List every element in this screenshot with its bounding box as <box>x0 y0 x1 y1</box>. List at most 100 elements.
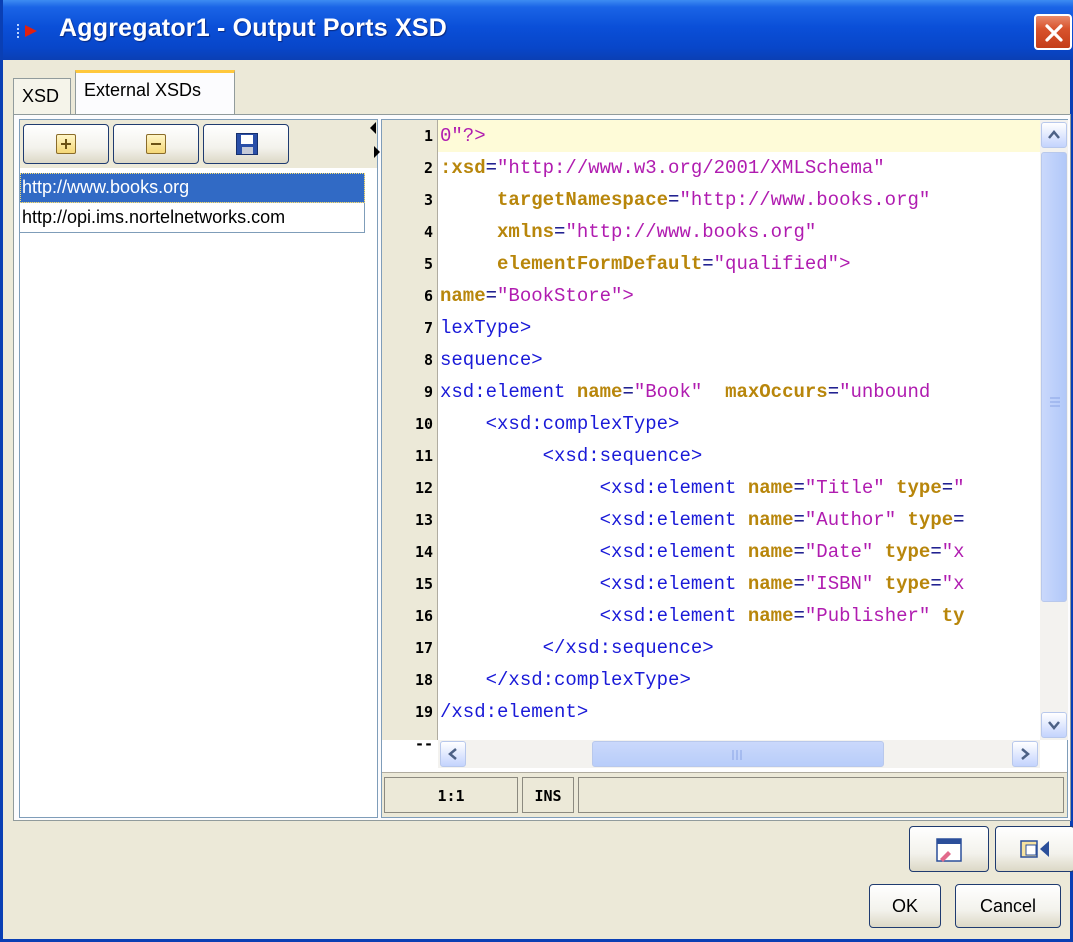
tab-xsd[interactable]: XSD <box>13 78 71 114</box>
remove-button[interactable] <box>113 124 199 164</box>
vertical-scroll-thumb[interactable] <box>1041 152 1067 602</box>
tab-external-xsds[interactable]: External XSDs <box>75 70 235 114</box>
scroll-up-button[interactable] <box>1041 122 1067 148</box>
line-number: 14 <box>414 543 433 561</box>
app-icon <box>17 22 41 40</box>
code-token: <xsd:element <box>599 477 748 499</box>
splitter-handle[interactable] <box>370 122 380 162</box>
line-number: 18 <box>414 671 433 689</box>
code-token: "qualified"> <box>713 253 851 275</box>
code-token: ty <box>941 605 965 627</box>
code-token: /xsd:element> <box>440 701 589 723</box>
horizontal-scrollbar[interactable] <box>438 740 1040 768</box>
title-bar[interactable]: Aggregator1 - Output Ports XSD <box>3 0 1073 60</box>
line-number: 2 <box>423 159 433 177</box>
code-area[interactable]: 0"?> :xsd = "http://www.w3.org/2001/XMLSche… <box>438 120 1040 740</box>
code-token: <xsd:element <box>599 509 748 531</box>
code-token: <xsd:element <box>599 541 748 563</box>
code-token: "http://www.books.org" <box>565 221 817 243</box>
code-line: /xsd:element> <box>440 696 588 728</box>
code-line: <xsd:sequence> <box>440 440 703 472</box>
grip-icon <box>732 750 742 760</box>
scroll-right-button[interactable] <box>1012 741 1038 767</box>
code-token: xmlns <box>497 221 555 243</box>
code-token: "http://www.w3.org/2001/XMLSchema" <box>497 157 885 179</box>
code-token: "x <box>941 573 965 595</box>
code-token: = <box>930 573 942 595</box>
code-line: <xsd:element name="ISBN" type="x <box>440 568 965 600</box>
line-number: 4 <box>423 223 433 241</box>
editor-status-bar: 1:1 INS <box>382 772 1067 817</box>
code-token: elementFormDefault <box>497 253 703 275</box>
switch-view-button[interactable] <box>995 826 1073 872</box>
window-title: Aggregator1 - Output Ports XSD <box>59 14 447 42</box>
line-number: 17 <box>414 639 433 657</box>
line-number: -- <box>414 735 433 753</box>
cancel-button[interactable]: Cancel <box>955 884 1061 928</box>
close-button[interactable] <box>1034 14 1072 50</box>
line-number: 10 <box>414 415 433 433</box>
add-button[interactable] <box>23 124 109 164</box>
code-token: = <box>793 541 805 563</box>
remove-icon <box>146 134 166 154</box>
code-token: <xsd:element <box>599 605 748 627</box>
dialog-window: Aggregator1 - Output Ports XSD XSD Exter… <box>0 0 1073 942</box>
code-token: = <box>793 573 805 595</box>
edit-button[interactable] <box>909 826 989 872</box>
code-token: name <box>747 541 794 563</box>
code-token: "ISBN" <box>804 573 885 595</box>
save-button[interactable] <box>203 124 289 164</box>
code-line: <xsd:element name="Publisher" ty <box>440 600 965 632</box>
code-line: <xsd:complexType> <box>440 408 680 440</box>
code-token: "http://www.books.org" <box>679 189 931 211</box>
code-token: </xsd:sequence> <box>542 637 714 659</box>
url-list-item[interactable]: http://opi.ims.nortelnetworks.com <box>20 203 365 233</box>
code-token: "Book" <box>633 381 726 403</box>
cursor-position: 1:1 <box>384 777 518 813</box>
code-token: 0"?> <box>440 125 486 147</box>
code-line: xmlns="http://www.books.org" <box>440 216 816 248</box>
code-line: targetNamespace="http://www.books.org" <box>440 184 930 216</box>
tab-strip: XSD External XSDs <box>13 70 1063 114</box>
url-list-item[interactable]: http://www.books.org <box>20 173 365 203</box>
code-token: "Date" <box>804 541 885 563</box>
chevron-left-icon <box>448 748 457 760</box>
ok-button[interactable]: OK <box>869 884 941 928</box>
code-token: :xsd <box>440 157 486 179</box>
code-token: type <box>884 573 931 595</box>
code-token: "BookStore"> <box>497 285 634 307</box>
code-token: xsd:element <box>440 381 577 403</box>
scroll-left-button[interactable] <box>440 741 466 767</box>
line-number: 8 <box>423 351 433 369</box>
external-xsd-pane: http://www.books.org http://opi.ims.nort… <box>19 119 378 818</box>
code-line: elementFormDefault="qualified"> <box>440 248 850 280</box>
current-line-highlight <box>438 120 1040 152</box>
line-number: 5 <box>423 255 433 273</box>
url-list: http://www.books.org http://opi.ims.nort… <box>20 173 365 233</box>
line-number: 3 <box>423 191 433 209</box>
code-token: name <box>747 605 794 627</box>
horizontal-scroll-thumb[interactable] <box>592 741 884 767</box>
code-line: </xsd:sequence> <box>440 632 714 664</box>
vertical-scrollbar[interactable] <box>1040 120 1068 740</box>
code-token: = <box>554 221 566 243</box>
code-token: = <box>702 253 714 275</box>
chevron-right-icon <box>1021 748 1030 760</box>
code-token: "Author" <box>804 509 908 531</box>
code-token: type <box>907 509 954 531</box>
code-token: </xsd:complexType> <box>485 669 691 691</box>
code-line: name="BookStore"> <box>440 280 634 312</box>
xsd-editor[interactable]: 1 2 3 4 5 6 7 8 9 10 11 12 13 14 15 16 17 18 19 -- 0"?>:xsd… <box>381 119 1068 818</box>
line-number: 12 <box>414 479 433 497</box>
url-toolbar <box>20 120 377 168</box>
code-line: 0"?> <box>440 120 486 152</box>
code-token: name <box>440 285 486 307</box>
code-token: <xsd:sequence> <box>542 445 703 467</box>
scroll-down-button[interactable] <box>1041 712 1067 738</box>
line-number: 9 <box>423 383 433 401</box>
